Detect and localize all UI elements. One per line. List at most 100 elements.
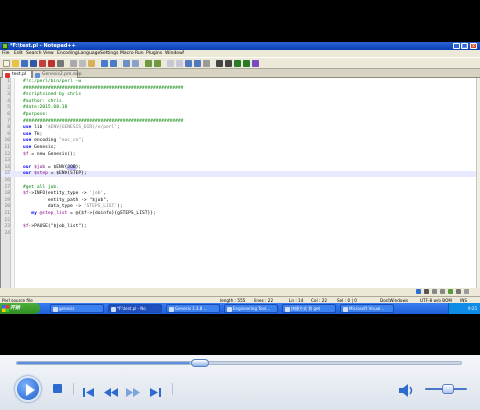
find-icon[interactable] — [123, 60, 130, 67]
code-line[interactable]: 15 our $step = $ENV{STEP}; — [1, 171, 476, 178]
taskbar-item[interactable]: Microsoft Visual... — [340, 304, 394, 313]
code-line[interactable]: 14 our $job = $ENV{JOB}; — [1, 164, 476, 171]
menu-run[interactable]: Run — [135, 50, 144, 57]
help-icon[interactable] — [464, 289, 469, 294]
word-wrap-icon[interactable] — [185, 60, 192, 67]
tools-icon[interactable] — [456, 289, 461, 294]
menu-edit[interactable]: Edit — [14, 50, 23, 57]
minimize-button[interactable]: _ — [453, 43, 460, 49]
new-file-icon[interactable] — [3, 60, 10, 67]
seek-bar[interactable] — [16, 359, 462, 367]
taskbar-item[interactable]: genesis — [50, 304, 104, 313]
play-button[interactable] — [15, 376, 41, 402]
run-macro-multiple-icon[interactable] — [243, 60, 250, 67]
menu-view[interactable]: View — [43, 50, 54, 57]
menu-language[interactable]: Language — [78, 50, 100, 57]
print-icon[interactable] — [57, 60, 64, 67]
code-line[interactable]: 22 — [1, 218, 476, 224]
close-file-icon[interactable] — [39, 60, 46, 67]
tab-genesis2-pm-swp[interactable]: Genesis2.pm.swp — [32, 70, 82, 78]
record-macro-icon[interactable] — [216, 60, 223, 67]
tab-test-pl[interactable]: test.pl — [2, 70, 32, 78]
code-line[interactable]: 2 #######################################… — [1, 86, 476, 92]
tab-label: Genesis2.pm.swp — [42, 72, 82, 77]
code-line[interactable]: 4 #author: chris — [1, 99, 476, 105]
show-all-chars-icon[interactable] — [194, 60, 201, 67]
code-line[interactable]: 3 #scriptsined by chris — [1, 92, 476, 98]
zoom-out-icon[interactable] — [154, 60, 161, 67]
save-macro-icon[interactable] — [252, 60, 259, 67]
replace-icon[interactable] — [132, 60, 139, 67]
skip-forward-icon[interactable] — [148, 383, 162, 397]
code-line[interactable]: 17 #get all job. — [1, 185, 476, 191]
volume-thumb[interactable] — [442, 384, 454, 394]
taskbar-item[interactable]: Engineering Tool... — [224, 304, 278, 313]
menu-encoding[interactable]: Encoding — [57, 50, 78, 57]
code-token: }; — [75, 164, 82, 170]
menu-help[interactable]: ? — [182, 50, 184, 57]
save-all-icon[interactable] — [30, 60, 37, 67]
code-line[interactable]: 11 use Genesis; — [1, 145, 476, 151]
code-line[interactable]: 10 use encoding "euc_cn"; — [1, 138, 476, 144]
taskbar-item[interactable]: Genesis 1.3.8 ... — [166, 304, 220, 313]
taskbar-item[interactable]: 快捷方式 到 get — [282, 304, 336, 313]
copy-icon[interactable] — [79, 60, 86, 67]
code-line[interactable]: 24 — [1, 231, 476, 237]
code-line[interactable]: 1 #!c:/perl/bin/perl -w — [1, 79, 476, 85]
paste-icon[interactable] — [88, 60, 95, 67]
code-line[interactable]: 16 — [1, 178, 476, 184]
open-folder-icon[interactable] — [12, 60, 19, 67]
redo-icon[interactable] — [110, 60, 117, 67]
code-line[interactable]: 13 — [1, 158, 476, 164]
play-macro-icon[interactable] — [234, 60, 241, 67]
toolbar — [0, 57, 480, 69]
rewind-icon[interactable] — [104, 383, 118, 397]
softkeyboard-icon[interactable] — [448, 289, 453, 294]
code-text: use Tk; — [23, 132, 42, 138]
code-token: #get all job. — [23, 184, 59, 190]
menu-window[interactable]: Window — [165, 50, 183, 57]
code-line[interactable]: 18 $f->INFO(entity_type -> 'job', — [1, 191, 476, 197]
menu-search[interactable]: Search — [26, 50, 41, 57]
code-line[interactable]: 19 entity_path -> "$job", — [1, 198, 476, 204]
menu-settings[interactable]: Settings — [100, 50, 118, 57]
indent-guide-icon[interactable] — [203, 60, 210, 67]
code-editor[interactable]: 1 #!c:/perl/bin/perl -w 2 #################… — [0, 78, 476, 288]
window-icon — [110, 306, 116, 312]
menu-file[interactable]: File — [2, 50, 10, 57]
volume-icon[interactable] — [398, 382, 414, 397]
cut-icon[interactable] — [70, 60, 77, 67]
start-button[interactable]: 开始 — [0, 303, 40, 314]
skip-back-icon[interactable] — [82, 383, 96, 397]
code-line[interactable]: 6 #purpose: — [1, 112, 476, 118]
taskbar-item[interactable]: *F:\test.pl - No — [108, 304, 162, 313]
menu-plugins[interactable]: Plugins — [146, 50, 162, 57]
stop-button[interactable] — [53, 384, 62, 393]
vertical-scrollbar[interactable] — [476, 78, 480, 288]
code-line[interactable]: 20 data_type -> 'STEPS_LIST'); — [1, 204, 476, 210]
code-line[interactable]: 9 use Tk; — [1, 132, 476, 138]
code-line[interactable]: 5 #date:2015.08.18 — [1, 105, 476, 111]
code-line[interactable]: 7 #######################################… — [1, 119, 476, 125]
save-icon[interactable] — [21, 60, 28, 67]
code-line[interactable]: 12 $f = new Genesis(); — [1, 152, 476, 158]
sync-horizontal-icon[interactable] — [176, 60, 183, 67]
sync-vertical-icon[interactable] — [167, 60, 174, 67]
close-button[interactable]: x — [470, 43, 477, 49]
maximize-button[interactable]: □ — [461, 43, 468, 49]
close-all-icon[interactable] — [48, 60, 55, 67]
zoom-in-icon[interactable] — [145, 60, 152, 67]
code-line[interactable]: 8 use lib '$ENV{GENESIS_DIR}/e/perl'; — [1, 125, 476, 131]
punctuation-icon[interactable] — [432, 289, 437, 294]
code-line[interactable]: 21 my @step_list = @{$f->{doinfo}{gSTEPS… — [1, 211, 476, 217]
code-line[interactable]: 23 $f->PAUSE("$job_list"); — [1, 224, 476, 230]
input-method-icon[interactable] — [416, 289, 421, 294]
language-icon[interactable] — [424, 289, 429, 294]
code-text: our $step = $ENV{STEP}; — [23, 171, 87, 177]
stop-macro-icon[interactable] — [225, 60, 232, 67]
menu-macro[interactable]: Macro — [120, 50, 134, 57]
fast-forward-icon[interactable] — [126, 383, 140, 397]
fullwidth-icon[interactable] — [440, 289, 445, 294]
undo-icon[interactable] — [101, 60, 108, 67]
seek-thumb[interactable] — [191, 359, 209, 367]
